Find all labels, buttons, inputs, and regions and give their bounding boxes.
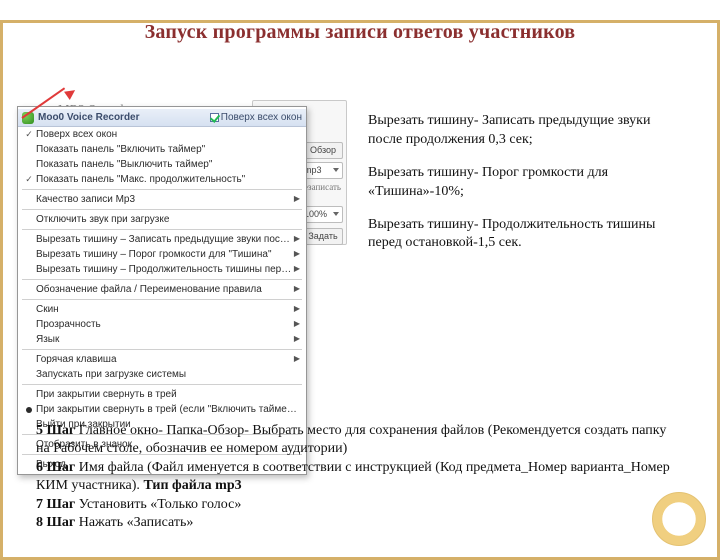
percent-value: 100% [304,209,327,219]
step-line: 8 Шаг Нажать «Записать» [36,514,676,532]
chevron-right-icon: ▶ [294,235,300,244]
set-button[interactable]: Задать [303,228,343,245]
arrow-head-icon [64,86,78,100]
note-line: Вырезать тишину- Продолжительность тишин… [368,216,688,254]
menu-item[interactable]: Качество записи Mp3▶ [18,192,306,207]
menu-item[interactable]: Запускать при загрузке системы [18,367,306,382]
bullet-icon [26,407,32,413]
app-screenshot: MP3 Sound Обзор mp3 ерезаписать 100% Зад… [17,100,347,405]
chevron-right-icon: ▶ [294,285,300,294]
menu-item[interactable]: Вырезать тишину – Продолжительность тиши… [18,262,306,277]
menu-title: Moo0 Voice Recorder [38,112,210,123]
menu-titlebar: Moo0 Voice Recorder Поверх всех окон [18,109,306,127]
always-on-top-label: Поверх всех окон [221,112,302,123]
slide-title: Запуск программы записи ответов участник… [0,20,720,45]
chevron-down-icon [333,212,339,216]
menu-item[interactable]: ✓Поверх всех окон [18,127,306,142]
menu-item[interactable]: Язык▶ [18,332,306,347]
menu-item[interactable]: Горячая клавиша▶ [18,352,306,367]
settings-context-menu: Moo0 Voice Recorder Поверх всех окон ✓По… [17,106,307,475]
decorative-circle [652,492,706,546]
always-on-top-check[interactable]: Поверх всех окон [210,112,302,123]
note-line: Вырезать тишину- Порог громкости для «Ти… [368,164,688,202]
menu-item[interactable]: При закрытии свернуть в трей [18,387,306,402]
note-line: Вырезать тишину- Записать предыдущие зву… [368,112,688,150]
menu-item[interactable]: ✓Показать панель "Макс. продолжительност… [18,172,306,187]
settings-notes: Вырезать тишину- Записать предыдущие зву… [368,112,688,267]
menu-item[interactable]: Показать панель "Включить таймер" [18,142,306,157]
chevron-right-icon: ▶ [294,305,300,314]
menu-item[interactable]: Скин▶ [18,302,306,317]
browse-button[interactable]: Обзор [303,142,343,159]
chevron-down-icon [333,168,339,172]
chevron-right-icon: ▶ [294,195,300,204]
chevron-right-icon: ▶ [294,250,300,259]
menu-item[interactable]: Отключить звук при загрузке [18,212,306,227]
step-line: 6 Шаг Имя файла (Файл именуется в соотве… [36,459,676,496]
menu-item[interactable]: При закрытии свернуть в трей (если "Вклю… [18,402,306,417]
steps-block: 5 Шаг Главное окно- Папка-Обзор- Выбрать… [36,422,676,533]
chevron-right-icon: ▶ [294,335,300,344]
chevron-right-icon: ▶ [294,320,300,329]
menu-item[interactable]: Прозрачность▶ [18,317,306,332]
menu-item[interactable]: Обозначение файла / Переименование прави… [18,282,306,297]
step-line: 7 Шаг Установить «Только голос» [36,496,676,514]
menu-item[interactable]: Вырезать тишину – Записать предыдущие зв… [18,232,306,247]
step-line: 5 Шаг Главное окно- Папка-Обзор- Выбрать… [36,422,676,459]
menu-item[interactable]: Вырезать тишину – Порог громкости для "Т… [18,247,306,262]
chevron-right-icon: ▶ [294,265,300,274]
chevron-right-icon: ▶ [294,355,300,364]
menu-item[interactable]: Показать панель "Выключить таймер" [18,157,306,172]
